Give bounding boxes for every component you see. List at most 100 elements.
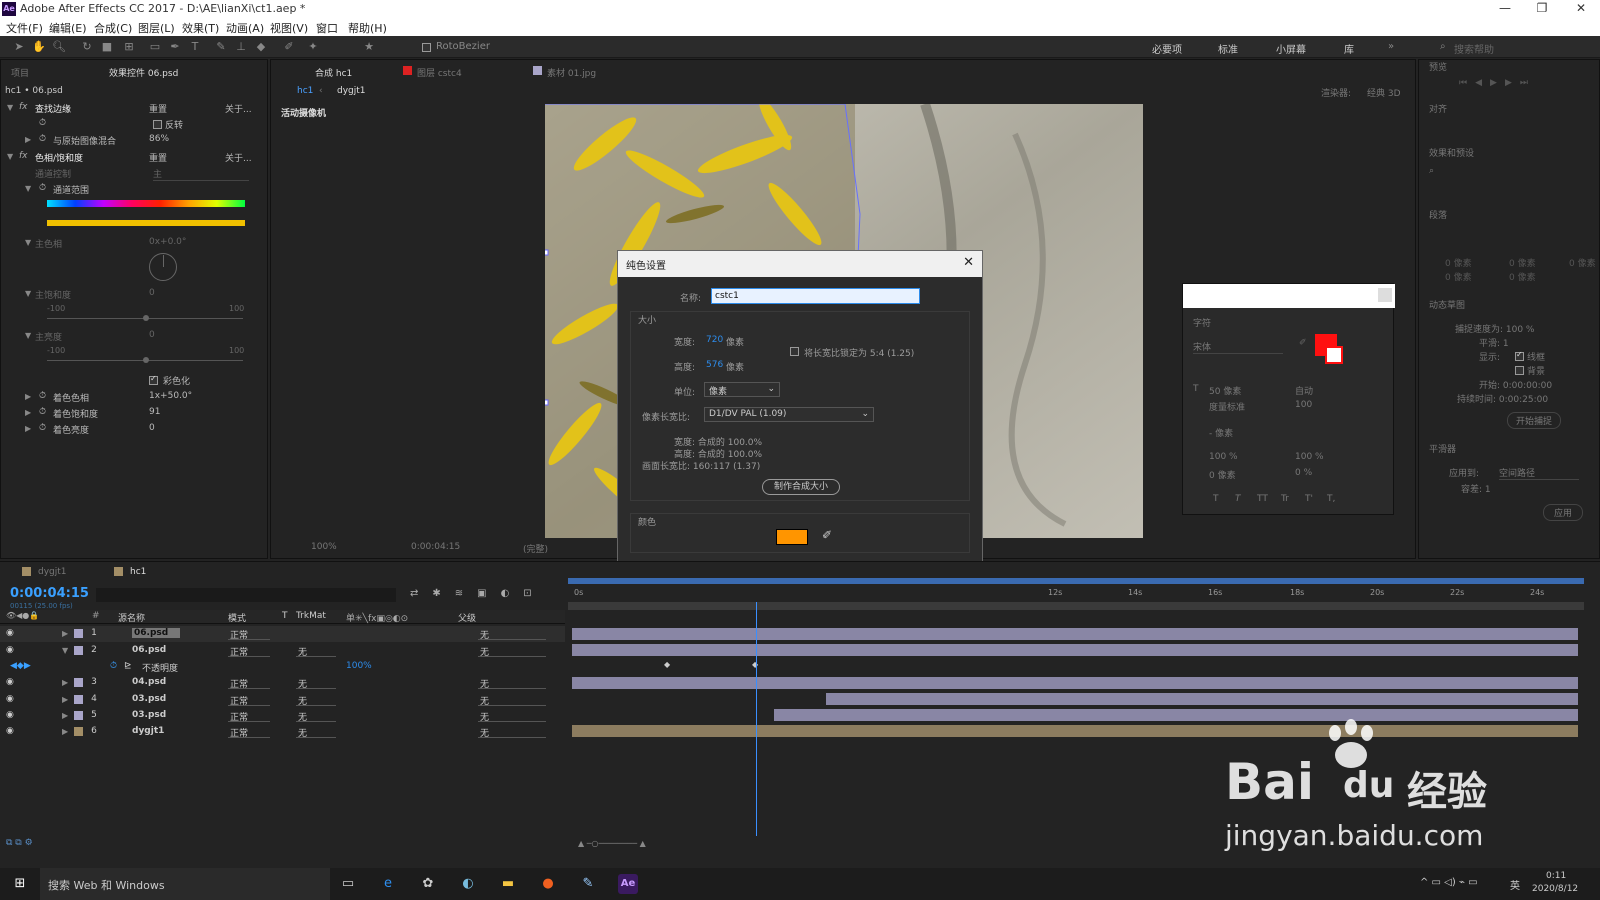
- expand-icon[interactable]: ▶: [62, 727, 68, 736]
- layer-name[interactable]: 03.psd: [132, 694, 166, 704]
- blend-expand-icon[interactable]: ▶: [25, 135, 31, 144]
- rotate-tool-icon[interactable]: ↻: [80, 40, 94, 54]
- tab-project[interactable]: 项目: [11, 66, 29, 79]
- space-after[interactable]: 0 像素: [1509, 270, 1536, 283]
- work-area-bar[interactable]: [568, 578, 1584, 584]
- eyedropper-icon[interactable]: ✐: [1299, 338, 1307, 348]
- eye-icon[interactable]: ◉: [6, 645, 14, 655]
- stroke-color-swatch[interactable]: [1325, 346, 1343, 364]
- tsume-value[interactable]: 0 %: [1295, 468, 1312, 478]
- current-time-display[interactable]: 0:00:04:15: [411, 542, 460, 552]
- layer-search-input[interactable]: [96, 588, 396, 602]
- baseline-shift-value[interactable]: 0 像素: [1209, 468, 1236, 481]
- eye-icon[interactable]: ◉: [6, 694, 14, 704]
- mode-select[interactable]: 正常: [228, 644, 270, 658]
- label-color-icon[interactable]: [74, 629, 83, 638]
- expand-icon[interactable]: ▶: [62, 711, 68, 720]
- stopwatch-icon[interactable]: ⏱: [39, 134, 46, 144]
- smoother-apply-button[interactable]: 应用: [1543, 504, 1584, 521]
- indent-right[interactable]: 0 像素: [1509, 256, 1536, 269]
- type-tool-icon[interactable]: T: [188, 40, 202, 54]
- timeline-footer-icons[interactable]: ⧉ ⧉ ⚙: [6, 838, 33, 848]
- light-slider[interactable]: [47, 357, 243, 363]
- stopwatch-icon[interactable]: ⏱: [39, 183, 46, 193]
- layer-name[interactable]: 04.psd: [132, 677, 166, 687]
- mode-select[interactable]: 正常: [228, 676, 270, 690]
- keyframe-icon[interactable]: ◆: [664, 660, 670, 669]
- workspace-small-screen[interactable]: 小屏幕: [1276, 41, 1306, 56]
- tab-layer-cstc4[interactable]: 图层 cstc4: [417, 66, 462, 79]
- selection-tool-icon[interactable]: ➤: [12, 40, 26, 54]
- graph-icon[interactable]: ⊵: [124, 661, 132, 671]
- tint-hue-value[interactable]: 1x+50.0°: [149, 391, 192, 401]
- app-icon[interactable]: ✿: [418, 874, 438, 894]
- lock-aspect-checkbox[interactable]: [790, 347, 799, 356]
- range-expand-icon[interactable]: ▼: [25, 184, 31, 193]
- fx1-expand-icon[interactable]: ▼: [7, 103, 13, 112]
- space-before[interactable]: 0 像素: [1445, 270, 1472, 283]
- stopwatch-icon[interactable]: ⏱: [39, 118, 46, 128]
- app-icon[interactable]: ◐: [458, 874, 478, 894]
- eraser-tool-icon[interactable]: ◆: [254, 40, 268, 54]
- maximize-button[interactable]: ❐: [1527, 1, 1557, 15]
- layer-bar[interactable]: [572, 644, 1578, 656]
- indent-left[interactable]: 0 像素: [1445, 256, 1472, 269]
- playhead[interactable]: [756, 602, 757, 836]
- timeline-switches[interactable]: ⇄✱≋▣◐⊡: [410, 588, 546, 599]
- style-superscript[interactable]: T': [1305, 494, 1313, 504]
- trkmat-column[interactable]: TrkMat: [296, 611, 326, 621]
- layer-bar[interactable]: [774, 709, 1578, 721]
- layer-row[interactable]: ◉ ▼ 2 06.psd 正常 无 无: [0, 643, 565, 659]
- menu-view[interactable]: 视图(V): [270, 20, 308, 36]
- style-allcaps[interactable]: TT: [1257, 494, 1268, 504]
- file-explorer-icon[interactable]: ▬: [498, 874, 518, 894]
- tracking-value[interactable]: 100: [1295, 400, 1312, 410]
- opacity-value[interactable]: 100%: [346, 661, 372, 671]
- workspace-libraries[interactable]: 库: [1344, 41, 1354, 56]
- fx2-about-link[interactable]: 关于...: [225, 151, 252, 164]
- menu-help[interactable]: 帮助(H): [348, 20, 387, 36]
- parent-select[interactable]: 无: [478, 693, 546, 707]
- eye-icon[interactable]: ◉: [6, 677, 14, 687]
- source-name-column[interactable]: 源名称: [118, 611, 145, 624]
- workspace-standard[interactable]: 标准: [1218, 41, 1238, 56]
- eye-icon[interactable]: ◉: [6, 628, 14, 638]
- style-italic[interactable]: T: [1235, 494, 1241, 504]
- menu-edit[interactable]: 编辑(E): [49, 20, 87, 36]
- paragraph-section[interactable]: 段落: [1429, 208, 1447, 221]
- renderer-value[interactable]: 经典 3D: [1367, 86, 1401, 99]
- panel-close-icon[interactable]: [1378, 288, 1392, 302]
- after-effects-icon[interactable]: Ae: [618, 874, 638, 894]
- pen-tool-icon[interactable]: ✒: [168, 40, 182, 54]
- expand-icon[interactable]: ▶: [62, 695, 68, 704]
- width-value[interactable]: 720: [706, 335, 723, 345]
- zoom-select[interactable]: 100%: [311, 542, 337, 552]
- task-view-icon[interactable]: ▭: [338, 874, 358, 894]
- preview-section[interactable]: 预览: [1429, 60, 1447, 73]
- trkmat-select[interactable]: 无: [296, 676, 336, 690]
- parent-select[interactable]: 无: [478, 627, 546, 641]
- stopwatch-icon[interactable]: ⏱: [110, 661, 117, 671]
- brush-tool-icon[interactable]: ✎: [214, 40, 228, 54]
- tab-hc1[interactable]: hc1: [130, 567, 146, 577]
- mode-select[interactable]: 正常: [228, 693, 270, 707]
- colorize-checkbox[interactable]: [149, 374, 158, 385]
- blend-value[interactable]: 86%: [149, 134, 169, 144]
- menu-window[interactable]: 窗口: [316, 20, 338, 36]
- style-smallcaps[interactable]: Tr: [1281, 494, 1289, 504]
- sat-expand-icon[interactable]: ▼: [25, 289, 31, 298]
- current-timecode[interactable]: 0:00:04:15: [10, 586, 89, 601]
- tab-effect-controls[interactable]: 效果控件 06.psd: [109, 66, 178, 79]
- solid-color-swatch[interactable]: [776, 529, 808, 545]
- camera-tool-icon[interactable]: ■: [100, 40, 114, 54]
- expand-icon[interactable]: ▶: [62, 678, 68, 687]
- smoother-section[interactable]: 平滑器: [1429, 442, 1456, 455]
- font-size-value[interactable]: 50 像素: [1209, 384, 1241, 397]
- breadcrumb-hc1[interactable]: hc1: [297, 86, 313, 96]
- unit-select[interactable]: 像素 ⌄: [704, 382, 780, 397]
- wireframe-checkbox[interactable]: [1515, 350, 1524, 361]
- zoom-slider[interactable]: ▲ ─○──────── ▲: [578, 839, 646, 848]
- t-column[interactable]: T: [282, 611, 288, 621]
- taskbar-search-box[interactable]: 搜索 Web 和 Windows: [40, 868, 330, 900]
- layer-bar[interactable]: [572, 677, 1578, 689]
